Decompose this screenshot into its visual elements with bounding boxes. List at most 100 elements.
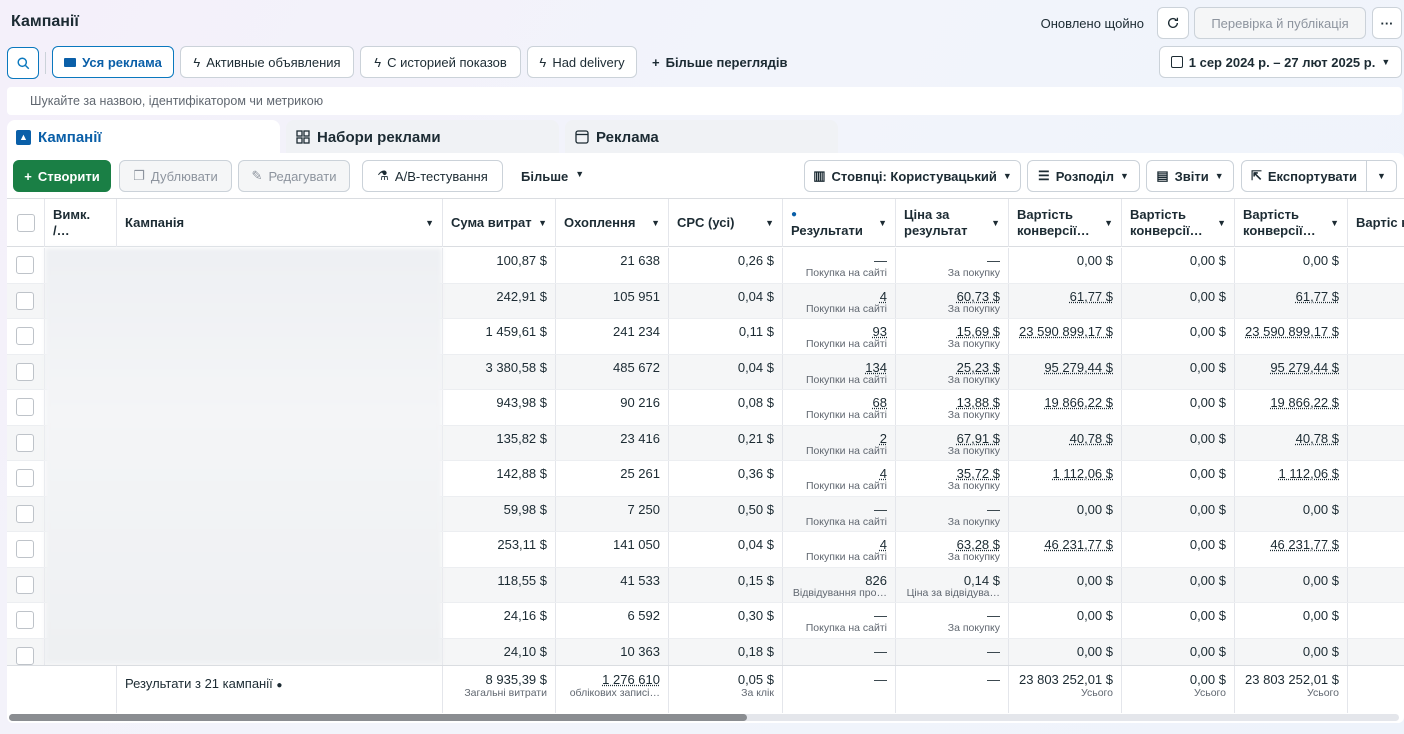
header-conv3-label: Вартість конверсії… — [1243, 207, 1316, 238]
info-icon[interactable]: ● — [276, 680, 282, 691]
refresh-icon — [1167, 17, 1179, 28]
cell-value: 93 — [872, 324, 887, 339]
header-conv-value-2[interactable]: Вартість конверсії… ▼ — [1122, 199, 1235, 247]
cell-value: — — [874, 501, 887, 517]
chevron-down-icon: ▼ — [1104, 218, 1113, 228]
more-actions-dropdown[interactable]: Більше ▼ — [521, 169, 584, 184]
tab-ads[interactable]: Реклама — [565, 120, 838, 154]
ab-test-button[interactable]: ⚗ A/B-тестування — [362, 160, 503, 192]
select-all-checkbox[interactable] — [16, 214, 35, 232]
cell-subtext: Покупки на сайті — [805, 480, 887, 492]
horizontal-scrollbar-thumb[interactable] — [9, 714, 747, 721]
cell-value: 0,00 $ — [1076, 643, 1113, 659]
create-button[interactable]: + Створити — [13, 160, 111, 192]
cell-reach: 25 261 — [556, 461, 669, 496]
cell-value: 826 — [865, 572, 887, 588]
header-campaign[interactable]: Кампанія ▼ — [117, 199, 443, 247]
duplicate-button[interactable]: ❐ Дублювати — [119, 160, 232, 192]
columns-dropdown[interactable]: ▥ Стовпці: Користувацький ▼ — [804, 160, 1021, 192]
cell-spend: 242,91 $ — [443, 283, 556, 318]
reports-dropdown[interactable]: ▤ Звіти ▼ — [1146, 160, 1234, 192]
row-select-cell — [7, 248, 45, 283]
cell-results: — Покупка на сайті — [783, 496, 896, 531]
cell-spend: 135,82 $ — [443, 425, 556, 460]
view-history[interactable]: ϟ С историей показов — [360, 46, 521, 78]
header-toggle[interactable]: Вимк. /… — [45, 199, 117, 247]
row-checkbox[interactable] — [16, 504, 34, 523]
cell-value: 0,21 $ — [737, 430, 774, 446]
header-conv-value-3[interactable]: Вартість конверсії… ▼ — [1235, 199, 1348, 247]
cell-v1: 23 590 899,17 $ — [1009, 319, 1122, 354]
date-range-picker[interactable]: 1 сер 2024 р. – 27 лют 2025 р. ▼ — [1159, 46, 1402, 78]
view-active-ads[interactable]: ϟ Активные объявления — [180, 46, 354, 78]
row-checkbox[interactable] — [16, 291, 34, 310]
row-select-cell — [7, 283, 45, 318]
row-select-cell — [7, 567, 45, 602]
cell-cpc: 0,21 $ — [669, 425, 783, 460]
row-checkbox[interactable] — [16, 646, 34, 665]
header-cost-per-result[interactable]: Ціна за результат ▼ — [896, 199, 1009, 247]
tab-campaigns[interactable]: ▲ Кампанії — [7, 120, 280, 154]
header-cpc[interactable]: CPC (усі) ▼ — [669, 199, 783, 247]
more-options-button[interactable]: ··· — [1372, 7, 1402, 39]
row-checkbox[interactable] — [16, 433, 34, 452]
cell-value: 63,28 $ — [956, 537, 1000, 552]
more-actions-label: Більше — [521, 169, 569, 184]
totals-cpc: 0,05 $ За клік — [669, 666, 783, 713]
search-toggle-button[interactable] — [7, 47, 39, 79]
export-options-button[interactable]: ▼ — [1366, 160, 1397, 192]
cell-value: 0,00 $ — [1189, 537, 1226, 552]
row-checkbox[interactable] — [16, 398, 34, 416]
cell-extra — [1348, 603, 1404, 638]
row-checkbox[interactable] — [16, 575, 34, 594]
row-checkbox[interactable] — [16, 362, 34, 381]
search-input[interactable]: Шукайте за назвою, ідентифікатором чи ме… — [7, 87, 1402, 115]
cell-extra — [1348, 426, 1404, 461]
cell-reach: 141 050 — [556, 532, 669, 567]
row-checkbox[interactable] — [16, 540, 34, 558]
chevron-down-icon: ▼ — [1214, 171, 1224, 181]
breakdown-dropdown[interactable]: ☰ Розподіл ▼ — [1027, 160, 1140, 192]
header-cpr-label: Ціна за результат — [904, 207, 968, 238]
cell-value: 0,00 $ — [1076, 572, 1113, 588]
view-had-delivery[interactable]: ϟ Had delivery — [527, 46, 637, 78]
info-icon: ● — [791, 209, 798, 220]
cell-subtext: За покупку — [947, 551, 1000, 563]
more-views-link[interactable]: + Більше переглядів — [652, 55, 788, 70]
totals-v1-value: 23 803 252,01 $ — [1019, 672, 1113, 687]
cell-value: — — [987, 643, 1000, 659]
cell-results: 4 Покупки на сайті — [783, 283, 896, 318]
chevron-down-icon: ▼ — [425, 218, 434, 228]
tab-ad-sets[interactable]: Набори реклами — [286, 120, 559, 154]
row-checkbox[interactable] — [16, 469, 34, 487]
header-reach[interactable]: Охоплення ▼ — [556, 199, 669, 247]
cell-value: 46 231,77 $ — [1044, 537, 1113, 552]
cell-value: 61,77 $ — [1295, 288, 1339, 304]
row-checkbox[interactable] — [16, 327, 34, 345]
row-checkbox[interactable] — [16, 256, 34, 274]
edit-button[interactable]: ✎ Редагувати — [238, 160, 350, 192]
header-results[interactable]: ● Результати ▼ — [783, 199, 896, 247]
header-spend[interactable]: Сума витрат ▼ — [443, 199, 556, 247]
cell-value: 41 533 — [620, 572, 660, 588]
row-checkbox[interactable] — [16, 611, 34, 629]
cell-extra — [1348, 497, 1404, 532]
review-publish-button[interactable]: Перевірка й публікація — [1194, 7, 1366, 39]
cell-value: 0,00 $ — [1189, 359, 1226, 375]
header-conv-value-4[interactable]: Вартіс конвер — [1348, 199, 1404, 247]
flask-icon: ⚗ — [377, 168, 389, 183]
export-button[interactable]: ⇱ Експортувати — [1241, 160, 1367, 192]
edit-label: Редагувати — [268, 168, 337, 184]
view-all-ads[interactable]: Уся реклама — [52, 46, 174, 78]
cell-results: 4 Покупки на сайті — [783, 461, 896, 496]
cell-cpr: — За покупку — [896, 603, 1009, 638]
cell-value: 0,04 $ — [737, 359, 774, 375]
header-conv-value-1[interactable]: Вартість конверсії… ▼ — [1009, 199, 1122, 247]
tab-adsets-label: Набори реклами — [317, 128, 441, 146]
cell-results: — Покупка на сайті — [783, 603, 896, 638]
refresh-button[interactable] — [1157, 7, 1189, 39]
cell-value: 59,98 $ — [503, 501, 547, 517]
cell-reach: 6 592 — [556, 603, 669, 638]
cell-value: 90 216 — [620, 395, 660, 410]
cell-spend: 142,88 $ — [443, 461, 556, 496]
